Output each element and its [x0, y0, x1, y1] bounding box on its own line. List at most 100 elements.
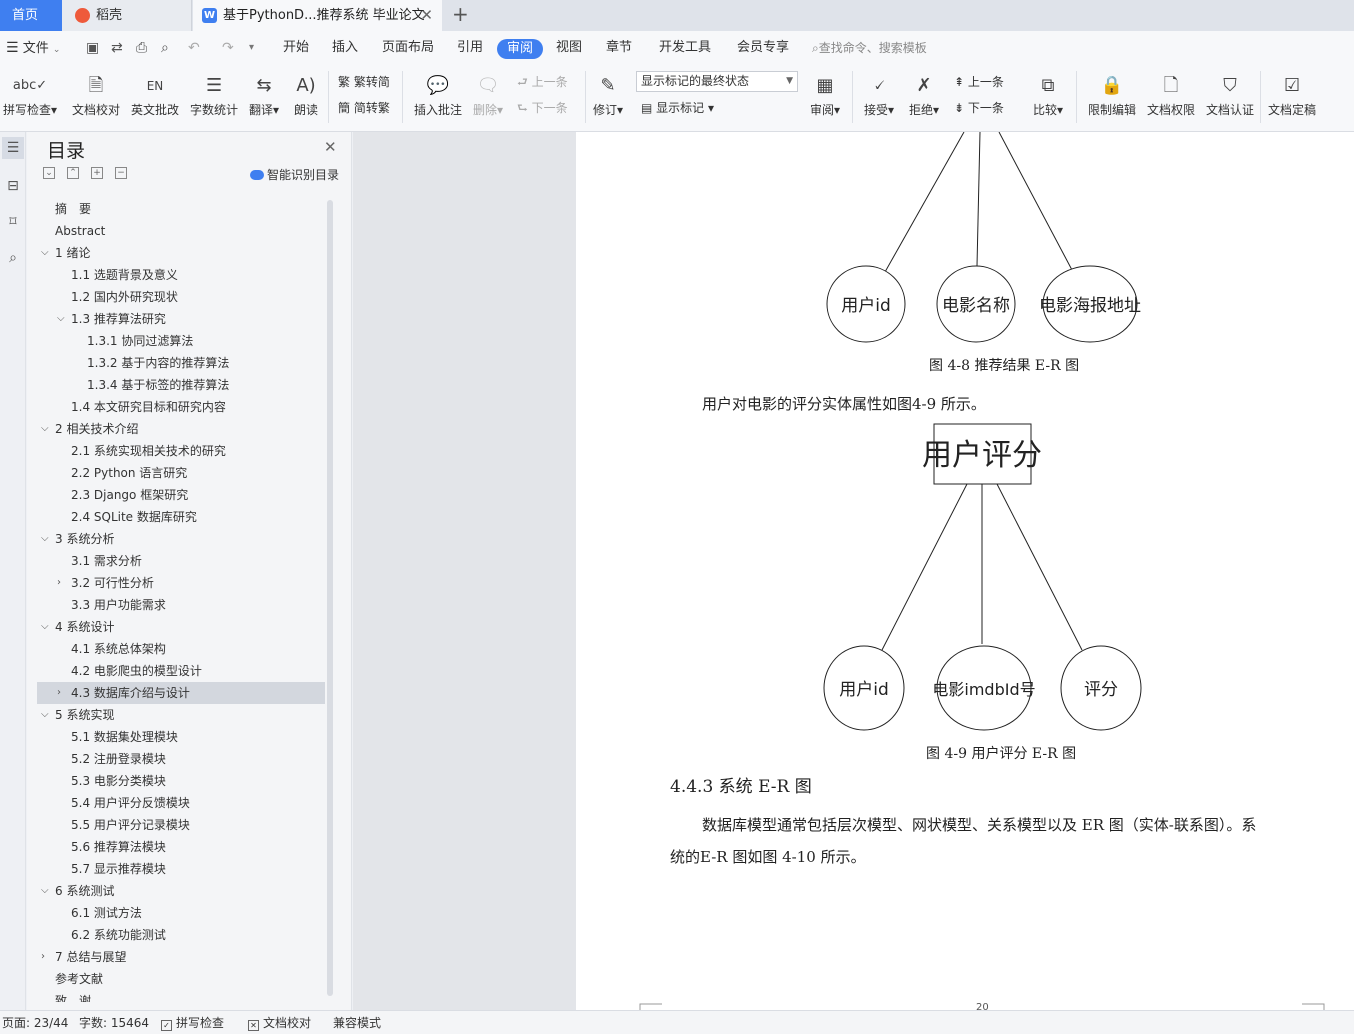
- toc-item[interactable]: 6.1 测试方法: [37, 902, 325, 924]
- toc-item[interactable]: 1.3.1 协同过滤算法: [37, 330, 325, 352]
- menu-start[interactable]: 开始: [283, 31, 309, 65]
- next-comment-button[interactable]: ⮑ 下一条: [517, 99, 568, 117]
- chevron-down-icon[interactable]: ⌵: [41, 528, 51, 550]
- menu-developer[interactable]: 开发工具: [659, 31, 711, 65]
- restrict-editing-button[interactable]: 🔒 限制编辑: [1088, 71, 1136, 119]
- search-icon[interactable]: ⌕: [5, 250, 21, 266]
- toc-item[interactable]: › 4.3 数据库介绍与设计: [37, 682, 325, 704]
- prev-comment-button[interactable]: ⮐ 上一条: [517, 73, 568, 91]
- doc-proof-toggle[interactable]: ✕ 文档校对: [248, 1011, 311, 1034]
- tab-document[interactable]: W 基于PythonD...推荐系统 毕业论文 ✕: [193, 0, 442, 31]
- insert-comment-button[interactable]: 💬 插入批注: [414, 71, 462, 119]
- toc-item[interactable]: 5.6 推荐算法模块: [37, 836, 325, 858]
- toc-item[interactable]: 1.4 本文研究目标和研究内容: [37, 396, 325, 418]
- delete-comment-button[interactable]: 🗨 删除▾: [473, 71, 503, 119]
- close-icon[interactable]: ✕: [324, 138, 337, 156]
- menu-chapter[interactable]: 章节: [606, 31, 632, 65]
- toc-scrollbar[interactable]: [327, 200, 333, 996]
- chevron-down-icon[interactable]: ⌵: [57, 308, 67, 330]
- finalize-button[interactable]: ☑ 文档定稿: [1268, 71, 1316, 119]
- doc-cert-button[interactable]: ⛉ 文档认证: [1206, 71, 1254, 119]
- toc-item[interactable]: 2.1 系统实现相关技术的研究: [37, 440, 325, 462]
- accept-button[interactable]: 🗸 接受▾: [864, 71, 894, 119]
- redo-icon[interactable]: ↷: [222, 31, 234, 65]
- menu-page-layout[interactable]: 页面布局: [382, 31, 434, 65]
- new-tab-icon[interactable]: +: [452, 2, 469, 26]
- toc-item[interactable]: 致 谢: [37, 990, 325, 1002]
- chevron-down-icon[interactable]: ⌵: [41, 418, 51, 440]
- word-count-indicator[interactable]: 字数: 15464: [79, 1011, 149, 1034]
- toc-item[interactable]: 5.4 用户评分反馈模块: [37, 792, 325, 814]
- toc-item[interactable]: 6.2 系统功能测试: [37, 924, 325, 946]
- add-level-icon[interactable]: +: [91, 167, 103, 179]
- prev-change-button[interactable]: ⇞ 上一条: [954, 73, 1004, 91]
- toc-item[interactable]: 5.5 用户评分记录模块: [37, 814, 325, 836]
- toc-item[interactable]: 5.7 显示推荐模块: [37, 858, 325, 880]
- word-count-button[interactable]: ☰ 字数统计: [190, 71, 238, 119]
- simplified-to-traditional-button[interactable]: 簡 简转繁: [338, 99, 390, 117]
- chevron-right-icon[interactable]: ›: [57, 572, 67, 594]
- menu-insert[interactable]: 插入: [332, 31, 358, 65]
- traditional-to-simplified-button[interactable]: 繁 繁转简: [338, 73, 390, 91]
- document-page[interactable]: 用户id 电影名称 电影海报地址 用户评分 用户id 电影imdbId号 评分 …: [576, 132, 1354, 1013]
- toc-item[interactable]: Abstract: [37, 220, 325, 242]
- spell-check-button[interactable]: abc✓ 拼写检查▾: [3, 71, 57, 119]
- command-search[interactable]: ⌕查找命令、搜索模板: [812, 31, 927, 65]
- reject-button[interactable]: ✗ 拒绝▾: [909, 71, 939, 119]
- toc-item[interactable]: 4.1 系统总体架构: [37, 638, 325, 660]
- outline-icon[interactable]: ⊟: [5, 178, 21, 194]
- toc-icon[interactable]: ☰: [2, 137, 24, 159]
- file-menu[interactable]: ☰ 文件 ⌄: [6, 31, 60, 65]
- close-tab-icon[interactable]: ✕: [420, 0, 433, 31]
- next-change-button[interactable]: ⇟ 下一条: [954, 99, 1004, 117]
- markup-state-select[interactable]: 显示标记的最终状态 ▼: [636, 71, 798, 92]
- menu-member[interactable]: 会员专享: [737, 31, 789, 65]
- toc-item[interactable]: 参考文献: [37, 968, 325, 990]
- english-review-button[interactable]: EN 英文批改: [131, 71, 179, 119]
- toc-item[interactable]: › 7 总结与展望: [37, 946, 325, 968]
- chevron-right-icon[interactable]: ›: [41, 946, 51, 968]
- toc-item[interactable]: 1.3.2 基于内容的推荐算法: [37, 352, 325, 374]
- show-markup-button[interactable]: ▤ 显示标记 ▾: [641, 99, 714, 117]
- toc-item[interactable]: ⌵ 3 系统分析: [37, 528, 325, 550]
- smart-toc-button[interactable]: 智能识别目录: [250, 166, 339, 183]
- toc-item[interactable]: 5.3 电影分类模块: [37, 770, 325, 792]
- expand-up-icon[interactable]: ⌃: [67, 167, 79, 179]
- toc-item[interactable]: 1.3.4 基于标签的推荐算法: [37, 374, 325, 396]
- toc-item[interactable]: 摘 要: [37, 198, 325, 220]
- remove-level-icon[interactable]: −: [115, 167, 127, 179]
- read-aloud-button[interactable]: A) 朗读: [294, 71, 318, 119]
- toc-item[interactable]: 1.1 选题背景及意义: [37, 264, 325, 286]
- collapse-all-icon[interactable]: ⌄: [43, 167, 55, 179]
- doc-rights-button[interactable]: 🗋 文档权限: [1147, 71, 1195, 119]
- menu-references[interactable]: 引用: [457, 31, 483, 65]
- chevron-right-icon[interactable]: ›: [57, 682, 67, 704]
- doc-proof-button[interactable]: 🗎 文档校对: [72, 71, 120, 119]
- chevron-down-icon[interactable]: ⌵: [41, 242, 51, 264]
- spell-check-toggle[interactable]: ✓ 拼写检查: [161, 1011, 224, 1034]
- toc-item[interactable]: 3.3 用户功能需求: [37, 594, 325, 616]
- toc-item[interactable]: ⌵ 1 绪论: [37, 242, 325, 264]
- toc-item[interactable]: 4.2 电影爬虫的模型设计: [37, 660, 325, 682]
- tab-home[interactable]: 首页: [0, 0, 62, 31]
- toc-item[interactable]: 1.2 国内外研究现状: [37, 286, 325, 308]
- page-indicator[interactable]: 页面: 23/44: [2, 1011, 68, 1034]
- toc-item[interactable]: 2.3 Django 框架研究: [37, 484, 325, 506]
- quick-access-dropdown-icon[interactable]: ▾: [249, 31, 254, 65]
- tab-daoke[interactable]: 稻壳: [62, 0, 192, 31]
- track-changes-button[interactable]: ✎ 修订▾: [593, 71, 623, 119]
- chevron-down-icon[interactable]: ⌵: [41, 616, 51, 638]
- bookmark-icon[interactable]: ⌑: [5, 214, 21, 230]
- toc-item[interactable]: ⌵ 1.3 推荐算法研究: [37, 308, 325, 330]
- chevron-down-icon[interactable]: ⌵: [41, 704, 51, 726]
- print-preview-icon[interactable]: ⌕: [161, 31, 169, 65]
- toc-item[interactable]: ⌵ 5 系统实现: [37, 704, 325, 726]
- toc-item[interactable]: ⌵ 6 系统测试: [37, 880, 325, 902]
- toc-item[interactable]: ⌵ 4 系统设计: [37, 616, 325, 638]
- toc-item[interactable]: ⌵ 2 相关技术介绍: [37, 418, 325, 440]
- save-icon[interactable]: ▣: [86, 31, 99, 65]
- toc-item[interactable]: 2.2 Python 语言研究: [37, 462, 325, 484]
- toc-item[interactable]: 5.2 注册登录模块: [37, 748, 325, 770]
- translate-button[interactable]: ⇆ 翻译▾: [249, 71, 279, 119]
- export-icon[interactable]: ⇄: [111, 31, 123, 65]
